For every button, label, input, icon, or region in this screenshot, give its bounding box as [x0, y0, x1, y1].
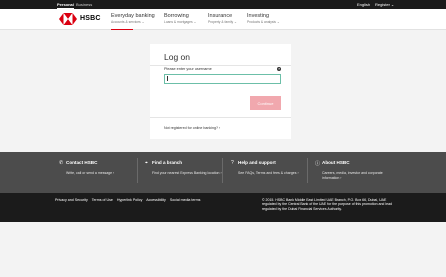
- not-registered-link[interactable]: Not registered for online banking?: [164, 126, 220, 130]
- link-hyperlink-policy[interactable]: Hyperlink Policy: [117, 198, 143, 202]
- location-pin-icon: ⌖: [145, 160, 148, 166]
- nav-title: Investing: [247, 13, 270, 19]
- footer-separator: [137, 158, 138, 183]
- link-terms[interactable]: Terms of Use: [92, 198, 113, 202]
- main-header: HSBC Everyday banking Accounts & service…: [0, 9, 446, 30]
- register-menu[interactable]: Register: [375, 2, 394, 7]
- language-selector[interactable]: English: [357, 2, 370, 7]
- footer-heading: Help and support: [238, 160, 276, 165]
- link-social-media[interactable]: Social media terms: [170, 198, 201, 202]
- footer-separator: [222, 158, 223, 183]
- footer-desc: Write, call or send a message: [66, 171, 136, 176]
- footer-separator: [307, 158, 308, 183]
- nav-subtitle: Products & analysis: [247, 20, 307, 24]
- footer-desc: See FAQs, Terms and fees & charges: [238, 171, 308, 176]
- page-background: [0, 222, 446, 277]
- phone-icon: ✆: [59, 160, 64, 166]
- login-card: Log on: [150, 44, 291, 139]
- nav-investing[interactable]: Investing Products & analysis: [247, 13, 307, 24]
- divider: [150, 65, 291, 66]
- nav-title: Everyday banking: [111, 13, 155, 19]
- footer-heading: Contact HSBC: [66, 160, 98, 165]
- username-label: Please enter your username: [164, 67, 212, 71]
- help-icon[interactable]: ?: [277, 67, 281, 71]
- nav-subtitle: Accounts & services: [111, 20, 171, 24]
- login-title: Log on: [164, 52, 190, 62]
- brand-name: HSBC: [80, 15, 101, 22]
- nav-everyday-banking[interactable]: Everyday banking Accounts & services: [111, 13, 171, 30]
- copyright-text: © 2015. HSBC Bank Middle East Limited UA…: [262, 198, 392, 211]
- divider: [150, 117, 291, 118]
- footer-heading: Find a branch: [152, 160, 183, 165]
- top-utility-bar: Personal Business English Register: [0, 0, 446, 9]
- help-icon: ?: [231, 160, 234, 166]
- footer-desc: Find your nearest Express Banking locati…: [152, 171, 222, 176]
- continue-button[interactable]: Continue: [250, 96, 281, 110]
- footer-links: Privacy and Security Terms of Use Hyperl…: [55, 198, 203, 202]
- link-privacy[interactable]: Privacy and Security: [55, 198, 88, 202]
- info-icon: ⓘ: [315, 161, 321, 167]
- hsbc-hexagon-icon: [59, 13, 77, 25]
- footer-legal: Privacy and Security Terms of Use Hyperl…: [0, 193, 446, 222]
- text-caret: [167, 76, 168, 81]
- footer-desc: Careers, media, investor and corporate i…: [322, 171, 392, 180]
- username-input[interactable]: [164, 74, 281, 84]
- footer-heading: About HSBC: [322, 160, 350, 165]
- tab-business[interactable]: Business: [76, 2, 92, 7]
- hsbc-logo[interactable]: HSBC: [59, 13, 101, 25]
- footer-help-section: ✆ Contact HSBC Write, call or send a mes…: [0, 152, 446, 193]
- tab-personal[interactable]: Personal: [57, 2, 74, 9]
- link-accessibility[interactable]: Accessibility: [146, 198, 166, 202]
